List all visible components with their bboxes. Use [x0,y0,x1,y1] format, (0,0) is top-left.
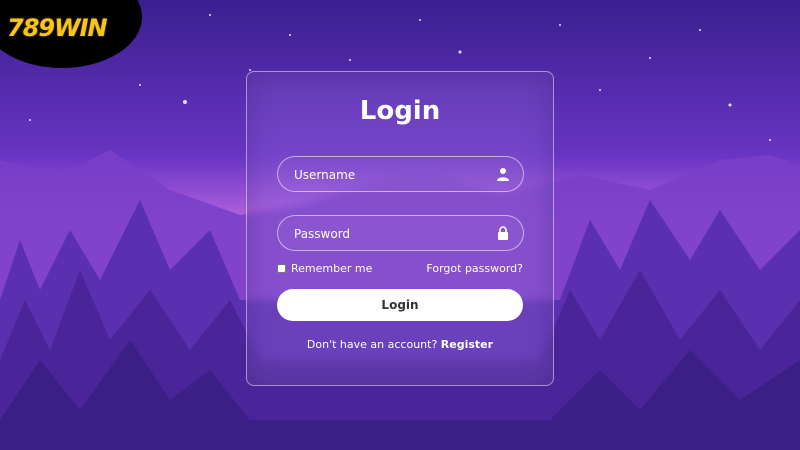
register-link[interactable]: Register [441,338,493,351]
remember-label: Remember me [291,262,373,275]
username-field[interactable] [277,156,524,193]
lock-icon [498,226,508,240]
password-field[interactable] [277,215,524,252]
remember-me[interactable]: Remember me [277,262,372,275]
password-input[interactable] [292,216,486,252]
user-icon [497,168,509,181]
brand-logo[interactable]: 789WIN [7,14,108,42]
remember-checkbox[interactable] [277,264,286,273]
login-button[interactable]: Login [277,289,523,321]
register-prompt: Don't have an account? Register [247,338,553,351]
login-card: Login Remember me Forgot password? Login… [246,71,554,386]
username-input[interactable] [292,157,486,193]
login-title: Login [359,96,441,126]
no-account-text: Don't have an account? [306,338,438,351]
forgot-password-link[interactable]: Forgot password? [426,262,523,275]
